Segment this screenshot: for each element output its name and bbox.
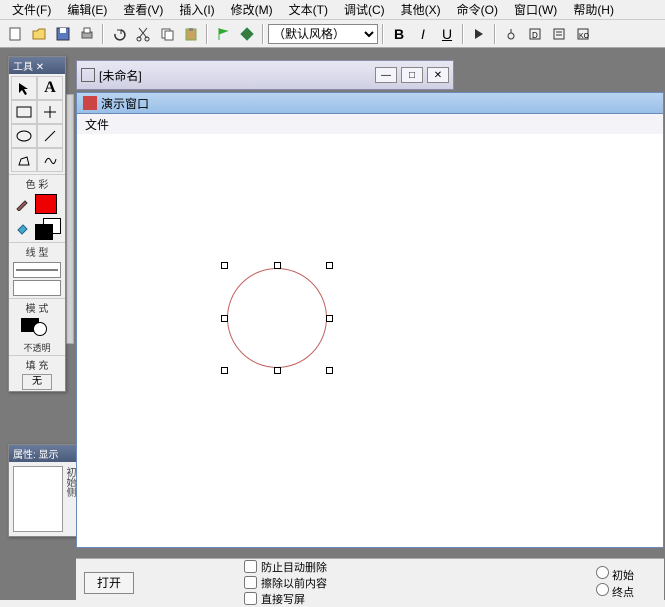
- style-select[interactable]: （默认风格）: [268, 24, 378, 44]
- menu-text[interactable]: 文本(T): [281, 0, 336, 20]
- svg-text:KO: KO: [579, 33, 590, 40]
- ellipse-tool[interactable]: [11, 124, 37, 148]
- run-icon[interactable]: [236, 23, 258, 45]
- chk-direct-screen[interactable]: [244, 592, 257, 605]
- menu-window[interactable]: 窗口(W): [506, 0, 565, 20]
- minimize-button[interactable]: —: [375, 67, 397, 83]
- misc-icon-1[interactable]: [500, 23, 522, 45]
- line-style-box[interactable]: [13, 280, 61, 296]
- mode-label: 模 式: [9, 298, 65, 316]
- demo-window-titlebar[interactable]: 演示窗口: [76, 92, 664, 114]
- document-window-titlebar[interactable]: [未命名] — □ ✕: [76, 60, 454, 90]
- handle-se[interactable]: [326, 367, 333, 374]
- property-panel-title[interactable]: 属性: 显示: [9, 445, 79, 462]
- line-pattern[interactable]: [13, 262, 61, 278]
- cross-tool[interactable]: [37, 100, 63, 124]
- property-side-label: 初始侧: [62, 467, 77, 497]
- close-button[interactable]: ✕: [427, 67, 449, 83]
- demo-title-text: 演示窗口: [101, 95, 149, 112]
- freehand-tool[interactable]: [37, 148, 63, 172]
- open-icon[interactable]: [28, 23, 50, 45]
- canvas[interactable]: [76, 134, 664, 548]
- property-panel: 属性: 显示 初始侧: [8, 444, 80, 537]
- workspace: 工具 ✕ A 色 彩 线 型 模 式: [0, 48, 665, 600]
- italic-button[interactable]: I: [412, 23, 434, 45]
- demo-menu-file[interactable]: 文件: [85, 118, 109, 132]
- play-icon[interactable]: [468, 23, 490, 45]
- fill-black-swatch[interactable]: [35, 224, 53, 240]
- handle-ne[interactable]: [326, 262, 333, 269]
- maximize-button[interactable]: □: [401, 67, 423, 83]
- tool-panel: 工具 ✕ A 色 彩 线 型 模 式: [8, 56, 66, 392]
- save-icon[interactable]: [52, 23, 74, 45]
- rect-tool[interactable]: [11, 100, 37, 124]
- polygon-tool[interactable]: [11, 148, 37, 172]
- toolbar: （默认风格） B I U D KO: [0, 20, 665, 48]
- copy-icon[interactable]: [156, 23, 178, 45]
- menu-file[interactable]: 文件(F): [4, 0, 59, 20]
- stroke-color-swatch[interactable]: [35, 194, 57, 214]
- color-label: 色 彩: [9, 174, 65, 192]
- menu-help[interactable]: 帮助(H): [565, 0, 622, 20]
- fill-label: 填 充: [9, 355, 65, 373]
- text-tool[interactable]: A: [37, 76, 63, 100]
- underline-button[interactable]: U: [436, 23, 458, 45]
- handle-sw[interactable]: [221, 367, 228, 374]
- radio-initial[interactable]: [596, 566, 609, 579]
- print-icon[interactable]: [76, 23, 98, 45]
- menu-insert[interactable]: 插入(I): [171, 0, 222, 20]
- select-tool[interactable]: [11, 76, 37, 100]
- ruler-left: [66, 94, 74, 344]
- bold-button[interactable]: B: [388, 23, 410, 45]
- misc-icon-4[interactable]: KO: [572, 23, 594, 45]
- svg-text:D: D: [532, 31, 538, 40]
- menu-edit[interactable]: 编辑(E): [59, 0, 115, 20]
- paste-icon[interactable]: [180, 23, 202, 45]
- misc-icon-3[interactable]: [548, 23, 570, 45]
- bottom-strip: 打开 防止目动删除 擦除以前内容 直接写屏 初始 终点: [76, 558, 664, 606]
- undo-icon[interactable]: [108, 23, 130, 45]
- chk-auto-delete[interactable]: [244, 560, 257, 573]
- handle-e[interactable]: [326, 315, 333, 322]
- menu-other[interactable]: 其他(X): [393, 0, 449, 20]
- menu-modify[interactable]: 修改(M): [223, 0, 281, 20]
- pen-color-icon[interactable]: [11, 194, 33, 214]
- doc-icon: [81, 68, 95, 82]
- misc-icon-2[interactable]: D: [524, 23, 546, 45]
- handle-n[interactable]: [274, 262, 281, 269]
- menu-view[interactable]: 查看(V): [115, 0, 171, 20]
- line-label: 线 型: [9, 242, 65, 260]
- handle-s[interactable]: [274, 367, 281, 374]
- open-button[interactable]: 打开: [84, 572, 134, 594]
- flag-icon[interactable]: [212, 23, 234, 45]
- fill-value[interactable]: 无: [22, 374, 52, 390]
- handle-w[interactable]: [221, 315, 228, 322]
- cut-icon[interactable]: [132, 23, 154, 45]
- menu-command[interactable]: 命令(O): [449, 0, 506, 20]
- mode-indicator[interactable]: [21, 318, 53, 338]
- line-tool[interactable]: [37, 124, 63, 148]
- circle-shape[interactable]: [227, 268, 327, 368]
- menu-debug[interactable]: 调试(C): [336, 0, 393, 20]
- property-preview: [13, 466, 63, 532]
- menubar: 文件(F) 编辑(E) 查看(V) 插入(I) 修改(M) 文本(T) 调试(C…: [0, 0, 665, 20]
- opacity-label: 不透明: [9, 340, 65, 355]
- tool-panel-title[interactable]: 工具 ✕: [9, 57, 65, 74]
- demo-menubar: 文件: [76, 114, 664, 134]
- doc-title: [未命名]: [99, 67, 142, 84]
- new-doc-icon[interactable]: [4, 23, 26, 45]
- handle-nw[interactable]: [221, 262, 228, 269]
- radio-end[interactable]: [596, 583, 609, 596]
- bucket-icon[interactable]: [11, 218, 33, 240]
- chk-erase-prev[interactable]: [244, 576, 257, 589]
- demo-icon: [83, 96, 97, 110]
